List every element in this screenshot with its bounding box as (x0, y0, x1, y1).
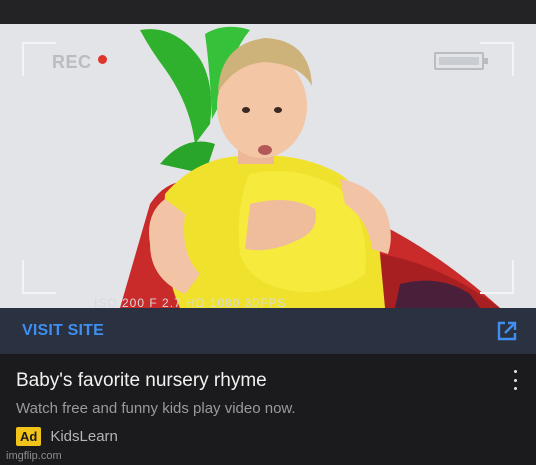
watermark: imgflip.com (6, 450, 62, 462)
viewfinder-corner-top-left (22, 42, 56, 76)
more-options-icon[interactable] (512, 370, 518, 390)
rec-indicator: REC (52, 52, 107, 73)
ad-info-panel: Baby's favorite nursery rhyme Watch free… (0, 354, 536, 465)
ad-attribution: Ad KidsLearn (16, 427, 118, 446)
camera-info: ISO 200 F 2.7 HD 1080 30FPS (94, 296, 287, 308)
visit-site-button[interactable]: VISIT SITE (22, 322, 104, 340)
advertiser-name[interactable]: KidsLearn (50, 428, 118, 445)
top-bar (0, 0, 536, 24)
video-thumbnail[interactable]: REC ISO 200 F 2.7 HD 1080 30FPS (0, 24, 536, 308)
ad-description: Watch free and funny kids play video now… (16, 400, 296, 417)
ad-badge: Ad (16, 427, 42, 446)
rec-label: REC (52, 52, 92, 72)
visit-site-bar[interactable]: VISIT SITE (0, 308, 536, 354)
battery-icon (434, 52, 488, 70)
rec-dot-icon (97, 55, 107, 64)
viewfinder-corner-bottom-right (480, 260, 514, 294)
ad-title[interactable]: Baby's favorite nursery rhyme (16, 370, 267, 392)
viewfinder-corner-bottom-left (22, 260, 56, 294)
external-link-icon[interactable] (496, 320, 518, 342)
